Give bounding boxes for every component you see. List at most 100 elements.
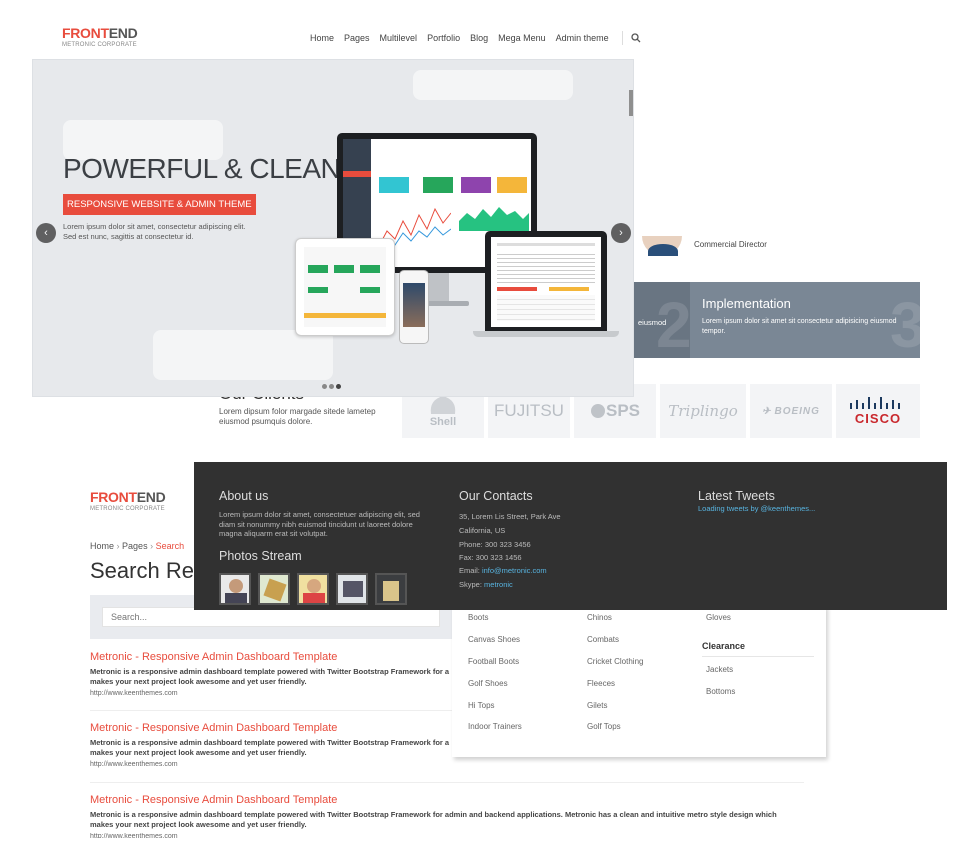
result-title[interactable]: Metronic - Responsive Admin Dashboard Te…	[90, 651, 450, 663]
nav-admin-theme[interactable]: Admin theme	[556, 33, 609, 43]
hero-slider: POWERFUL & CLEAN RESPONSIVE WEBSITE & AD…	[32, 59, 634, 397]
search-result: Metronic - Responsive Admin Dashboard Te…	[90, 651, 450, 697]
search-icon[interactable]	[631, 33, 641, 43]
contact-email: Email: info@metronic.com	[459, 566, 547, 575]
photo-thumb[interactable]	[336, 573, 368, 605]
slider-dot[interactable]	[322, 384, 327, 389]
mega-item[interactable]: Bottoms	[706, 687, 735, 696]
mega-item[interactable]: Fleeces	[587, 679, 615, 688]
footer-about-text: Lorem ipsum dolor sit amet, consectetuer…	[219, 510, 420, 539]
contact-skype-label: Skype:	[459, 580, 482, 589]
phone-mockup	[399, 270, 429, 344]
result-url[interactable]: http://www.keenthemes.com	[90, 761, 450, 768]
nav-pages[interactable]: Pages	[344, 33, 370, 43]
tablet-screen	[304, 247, 386, 327]
laptop-screen	[491, 237, 601, 327]
hero-scroll-mark	[629, 90, 633, 116]
search-input[interactable]	[102, 607, 440, 627]
breadcrumb: Home › Pages › Search	[90, 541, 184, 551]
footer-tweets-title: Latest Tweets	[698, 489, 775, 503]
footer-about-title: About us	[219, 489, 269, 503]
photo-thumb[interactable]	[219, 573, 251, 605]
laptop-base	[473, 331, 619, 337]
contact-skype-link[interactable]: metronic	[484, 580, 513, 589]
footer-about-line1: Lorem ipsum dolor sit amet, consectetuer…	[219, 510, 420, 519]
mega-item[interactable]: Gilets	[587, 701, 607, 710]
breadcrumb-pages[interactable]: Pages	[122, 541, 148, 551]
slider-pagination	[321, 376, 342, 394]
tablet-tile	[360, 265, 380, 273]
mega-item[interactable]: Football Boots	[468, 657, 519, 666]
hero-badge: RESPONSIVE WEBSITE & ADMIN THEME	[63, 194, 256, 215]
cisco-bars-icon	[850, 396, 900, 409]
logo-subtitle: METRONIC CORPORATE	[62, 42, 137, 48]
mega-item[interactable]: Jackets	[706, 665, 733, 674]
hero-text-line1: Lorem ipsum dolor sit amet, consectetur …	[63, 222, 246, 231]
hero-text: Lorem ipsum dolor sit amet, consectetur …	[63, 222, 246, 242]
contact-skype: Skype: metronic	[459, 580, 513, 589]
slider-dot-active[interactable]	[336, 384, 341, 389]
mega-item[interactable]: Boots	[468, 613, 488, 622]
nav-blog[interactable]: Blog	[470, 33, 488, 43]
logo[interactable]: FRONTEND METRONIC CORPORATE	[62, 26, 138, 48]
mega-item[interactable]: Canvas Shoes	[468, 635, 520, 644]
testimonial-role: Commercial Director	[694, 240, 767, 249]
step3-number: 3	[890, 289, 926, 361]
mega-item[interactable]: Combats	[587, 635, 619, 644]
divider	[90, 782, 804, 783]
photo-thumb[interactable]	[297, 573, 329, 605]
mega-item[interactable]: Indoor Trainers	[468, 722, 522, 731]
client-name-sps: SPS	[605, 401, 641, 420]
client-logo-triplingo[interactable]: Triplingo	[660, 384, 746, 438]
photo-thumb[interactable]	[258, 573, 290, 605]
tweets-loading-link[interactable]: Loading tweets by @keenthemes...	[698, 504, 815, 513]
mega-item[interactable]: Chinos	[587, 613, 612, 622]
nav-mega-menu[interactable]: Mega Menu	[498, 33, 546, 43]
contact-phone: Phone: 300 323 3456	[459, 540, 531, 549]
hero-bg-shape	[413, 70, 573, 100]
mega-item[interactable]: Golf Shoes	[468, 679, 508, 688]
result-url[interactable]: http://www.keenthemes.com	[90, 833, 810, 838]
mega-item[interactable]: Hi Tops	[468, 701, 495, 710]
result-url[interactable]: http://www.keenthemes.com	[90, 690, 450, 697]
step-block-3: Implementation Lorem ipsum dolor sit ame…	[690, 282, 926, 361]
page2-logo-subtitle: METRONIC CORPORATE	[90, 506, 165, 512]
mega-item[interactable]: Golf Tops	[587, 722, 621, 731]
mega-item[interactable]: Cricket Clothing	[587, 657, 643, 666]
nav-portfolio[interactable]: Portfolio	[427, 33, 460, 43]
result-desc-line1: Metronic is a responsive admin dashboard…	[90, 738, 450, 747]
step-text-line2: tempor.	[702, 328, 726, 335]
mega-item[interactable]: Gloves	[706, 613, 731, 622]
result-title[interactable]: Metronic - Responsive Admin Dashboard Te…	[90, 794, 810, 806]
client-logo-cisco[interactable]: CISCO	[836, 384, 920, 438]
main-nav: Home Pages Multilevel Portfolio Blog Meg…	[310, 31, 641, 45]
client-name-cisco: CISCO	[854, 410, 902, 426]
tablet-tile	[334, 265, 354, 273]
footer-about-line3: magna aliquarm erat sit volutpat.	[219, 529, 328, 538]
client-logo-boeing[interactable]: ✈ BOEING	[750, 384, 832, 438]
page2-logo-end: END	[136, 489, 166, 505]
slider-next-button[interactable]: ›	[611, 223, 631, 243]
breadcrumb-home[interactable]: Home	[90, 541, 114, 551]
stat-tile	[497, 177, 527, 193]
tablet-tile	[360, 287, 380, 293]
page2-logo[interactable]: FRONTEND METRONIC CORPORATE	[90, 489, 166, 512]
mega-menu-dropdown: Boots Canvas Shoes Football Boots Golf S…	[452, 605, 826, 757]
result-desc-line1: Metronic is a responsive admin dashboard…	[90, 667, 450, 676]
area-chart-icon	[459, 207, 529, 231]
nav-divider	[621, 31, 623, 45]
testimonial-avatar	[640, 236, 684, 256]
nav-home[interactable]: Home	[310, 33, 334, 43]
slider-prev-button[interactable]: ‹	[36, 223, 56, 243]
search-result: Metronic - Responsive Admin Dashboard Te…	[90, 722, 450, 768]
slider-dot[interactable]	[329, 384, 334, 389]
client-name-shell: Shell	[429, 416, 457, 428]
sps-logo-icon	[590, 404, 605, 418]
result-title[interactable]: Metronic - Responsive Admin Dashboard Te…	[90, 722, 450, 734]
photo-thumb[interactable]	[375, 573, 407, 605]
contact-email-link[interactable]: info@metronic.com	[482, 566, 547, 575]
step-block-2: eiusmod 2	[634, 282, 692, 361]
nav-multilevel[interactable]: Multilevel	[380, 33, 418, 43]
footer-contacts-title: Our Contacts	[459, 489, 533, 503]
footer: About us Lorem ipsum dolor sit amet, con…	[194, 462, 947, 610]
